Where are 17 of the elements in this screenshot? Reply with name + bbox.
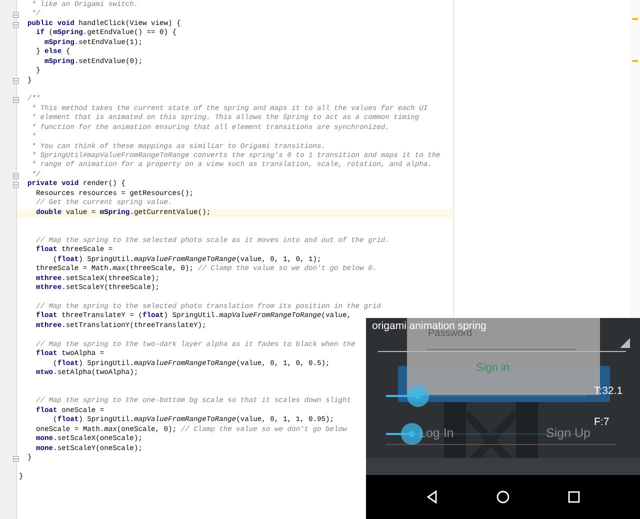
home-icon[interactable] — [496, 490, 510, 504]
recents-icon[interactable] — [567, 490, 582, 504]
slider-value: F:7 — [594, 416, 610, 428]
resize-corner-icon[interactable] — [620, 338, 630, 348]
fold-icon[interactable] — [13, 172, 19, 179]
fold-icon[interactable] — [13, 456, 19, 462]
sign-up-tab[interactable]: Sign Up — [546, 426, 590, 440]
fold-icon[interactable] — [13, 97, 19, 104]
fold-icon[interactable] — [13, 182, 19, 188]
back-icon[interactable] — [424, 490, 439, 504]
slider[interactable] — [386, 385, 586, 407]
fold-icon[interactable] — [13, 12, 19, 18]
fold-icon[interactable] — [13, 78, 19, 84]
marker-stripe[interactable] — [632, 60, 638, 62]
fold-icon[interactable] — [13, 22, 19, 28]
slider-value: T:32.1 — [594, 385, 623, 397]
marker-stripe[interactable] — [632, 18, 638, 20]
